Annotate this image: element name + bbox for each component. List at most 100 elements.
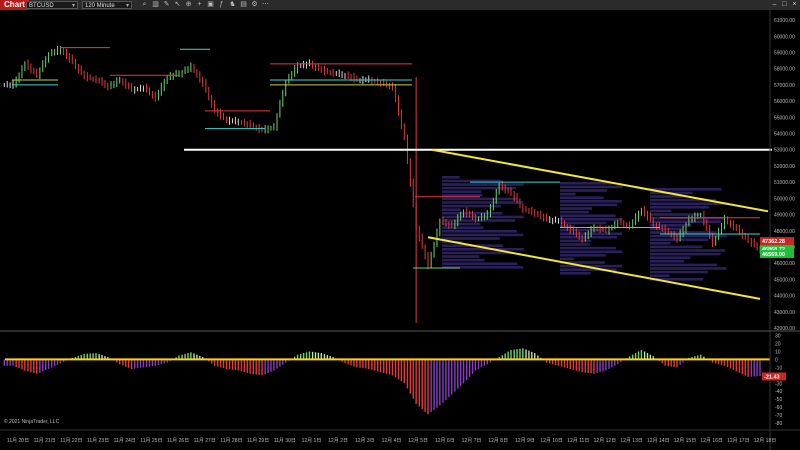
time-tick-label: 12月 2日 bbox=[328, 438, 348, 444]
template-icon[interactable]: ▤ bbox=[239, 1, 248, 9]
volume-profile-bar bbox=[442, 183, 524, 186]
price-panel[interactable] bbox=[0, 10, 800, 331]
volume-profile-bar bbox=[442, 233, 524, 237]
time-tick-label: 12月 12日 bbox=[594, 438, 617, 444]
volume-profile-bar bbox=[650, 234, 727, 238]
time-tick-label: 12月 15日 bbox=[674, 438, 697, 444]
time-tick-label: 11月 30日 bbox=[274, 438, 296, 444]
oscillator-tick-label: -60 bbox=[775, 405, 782, 411]
timeframe-label: 120 Minute bbox=[85, 3, 115, 9]
strategy-icon[interactable]: ♞ bbox=[228, 1, 237, 9]
time-tick-label: 12月 1日 bbox=[302, 438, 322, 444]
draw-tool-icon[interactable]: ✎ bbox=[162, 1, 171, 9]
maximize-icon[interactable]: □ bbox=[780, 0, 789, 10]
indicator-icon[interactable]: ƒ bbox=[217, 1, 226, 9]
time-tick-label: 11月 25日 bbox=[140, 438, 162, 444]
price-tick-label: 44000.00 bbox=[774, 294, 795, 300]
window-more-icon[interactable]: ⋯ bbox=[261, 1, 270, 9]
price-tick-label: 59000.00 bbox=[774, 51, 795, 57]
volume-profile-bar bbox=[650, 270, 708, 274]
timeframe-selector[interactable]: 120 Minute ▾ bbox=[82, 1, 132, 9]
volume-profile-bar bbox=[650, 252, 721, 256]
volume-profile-bar bbox=[650, 202, 727, 205]
time-tick-label: 12月 18日 bbox=[754, 438, 777, 444]
title-bar: Chart BTCUSD ▾ 120 Minute ▾ ⌕ ▥ ✎ ↖ ⊕ + ▣ ƒ ♞ ▤ ⚙ ⋯… bbox=[0, 0, 800, 10]
time-tick-label: 11月 28日 bbox=[220, 438, 242, 444]
price-tick-label: 57000.00 bbox=[774, 83, 795, 89]
price-tick-label: 53000.00 bbox=[774, 148, 795, 154]
price-tick-label: 42000.00 bbox=[774, 326, 795, 332]
volume-profile-bar bbox=[442, 197, 517, 201]
volume-profile-bar bbox=[442, 186, 516, 190]
copyright-text: © 2021 NinjaTrader, LLC bbox=[4, 418, 60, 425]
volume-profile-bar bbox=[560, 218, 623, 221]
bar-style-icon[interactable]: ▥ bbox=[151, 1, 160, 9]
price-tick-label: 55000.00 bbox=[774, 115, 795, 121]
time-tick-label: 11月 22日 bbox=[60, 438, 82, 444]
price-tick-label: 51000.00 bbox=[774, 180, 795, 186]
zoom-icon[interactable]: ⊕ bbox=[184, 1, 193, 9]
price-tick-label: 46000.00 bbox=[774, 261, 795, 267]
lock-icon[interactable]: ▣ bbox=[206, 1, 215, 9]
oscillator-tick-label: 0 bbox=[775, 357, 778, 363]
volume-profile-bar bbox=[560, 200, 622, 203]
chart-area[interactable]: 61000.00 60000.00 59000.00 58000.00 57000.00… bbox=[0, 10, 800, 450]
volume-profile-bar bbox=[442, 262, 518, 265]
volume-profile-bar bbox=[650, 263, 718, 267]
price-tick-label: 43000.00 bbox=[774, 310, 795, 316]
volume-profile-bar bbox=[560, 214, 616, 217]
oscillator-tick-label: -80 bbox=[775, 421, 782, 427]
volume-profile-bar bbox=[650, 206, 710, 209]
volume-profile-bar bbox=[442, 215, 524, 219]
price-tick-label: 52000.00 bbox=[774, 164, 795, 170]
volume-profile-bar bbox=[560, 250, 623, 253]
oscillator-tick-label: -10 bbox=[775, 365, 782, 371]
search-icon[interactable]: ⌕ bbox=[140, 1, 149, 9]
volume-profile-bar bbox=[650, 242, 671, 245]
volume-profile-bar bbox=[560, 228, 605, 232]
pointer-icon[interactable]: ↖ bbox=[173, 1, 182, 9]
price-tick-label: 54000.00 bbox=[774, 132, 795, 138]
volume-profile-bar bbox=[560, 246, 617, 250]
volume-profile-bar bbox=[650, 267, 727, 270]
time-tick-label: 11月 27日 bbox=[194, 438, 216, 444]
time-tick-label: 12月 10日 bbox=[540, 438, 563, 444]
volume-profile-bar bbox=[442, 222, 481, 226]
oscillator-panel[interactable] bbox=[3, 348, 770, 415]
properties-icon[interactable]: ⚙ bbox=[250, 1, 259, 9]
volume-profile-bar bbox=[442, 255, 480, 258]
time-tick-label: 12月 3日 bbox=[355, 438, 375, 444]
price-tick-label: 58000.00 bbox=[774, 67, 795, 73]
volume-profile-bar bbox=[560, 203, 618, 207]
minimize-icon[interactable]: – bbox=[770, 0, 779, 10]
volume-profile-bar bbox=[650, 274, 670, 277]
close-icon[interactable]: × bbox=[790, 0, 799, 10]
time-tick-label: 12月 17日 bbox=[727, 438, 750, 444]
volume-profile-bar bbox=[442, 258, 485, 262]
oscillator-axis: 3020100-10-20-30-40-50-60-70-80-21.43 bbox=[762, 334, 786, 427]
volume-profile-bar bbox=[560, 239, 592, 243]
volume-profile-bar bbox=[650, 238, 709, 241]
time-tick-label: 12月 4日 bbox=[382, 438, 402, 444]
time-tick-label: 12月 8日 bbox=[488, 438, 508, 444]
volume-profile-bar bbox=[560, 243, 590, 246]
volume-profile-bar bbox=[560, 207, 593, 210]
crosshair-icon[interactable]: + bbox=[195, 1, 204, 9]
time-tick-label: 11月 20日 bbox=[7, 438, 29, 444]
time-tick-label: 12月 6日 bbox=[435, 438, 455, 444]
volume-profile-bar bbox=[442, 237, 500, 240]
instrument-label: BTCUSD bbox=[29, 3, 54, 9]
chart-tab[interactable]: Chart bbox=[0, 0, 29, 10]
volume-profile-bar bbox=[560, 257, 574, 261]
time-tick-label: 12月 16日 bbox=[700, 438, 723, 444]
price-tick-label: 49000.00 bbox=[774, 213, 795, 219]
volume-profile-bar bbox=[650, 209, 672, 213]
price-tick-label: 61000.00 bbox=[774, 18, 795, 24]
volume-profile-bar bbox=[442, 208, 461, 211]
volume-profile-bar bbox=[442, 230, 517, 233]
oscillator-tick-label: -70 bbox=[775, 413, 782, 419]
instrument-selector[interactable]: BTCUSD ▾ bbox=[26, 1, 78, 9]
price-tick-label: 60000.00 bbox=[774, 34, 795, 40]
volume-profile-bar bbox=[560, 254, 606, 257]
volume-profile-bar bbox=[560, 185, 623, 189]
